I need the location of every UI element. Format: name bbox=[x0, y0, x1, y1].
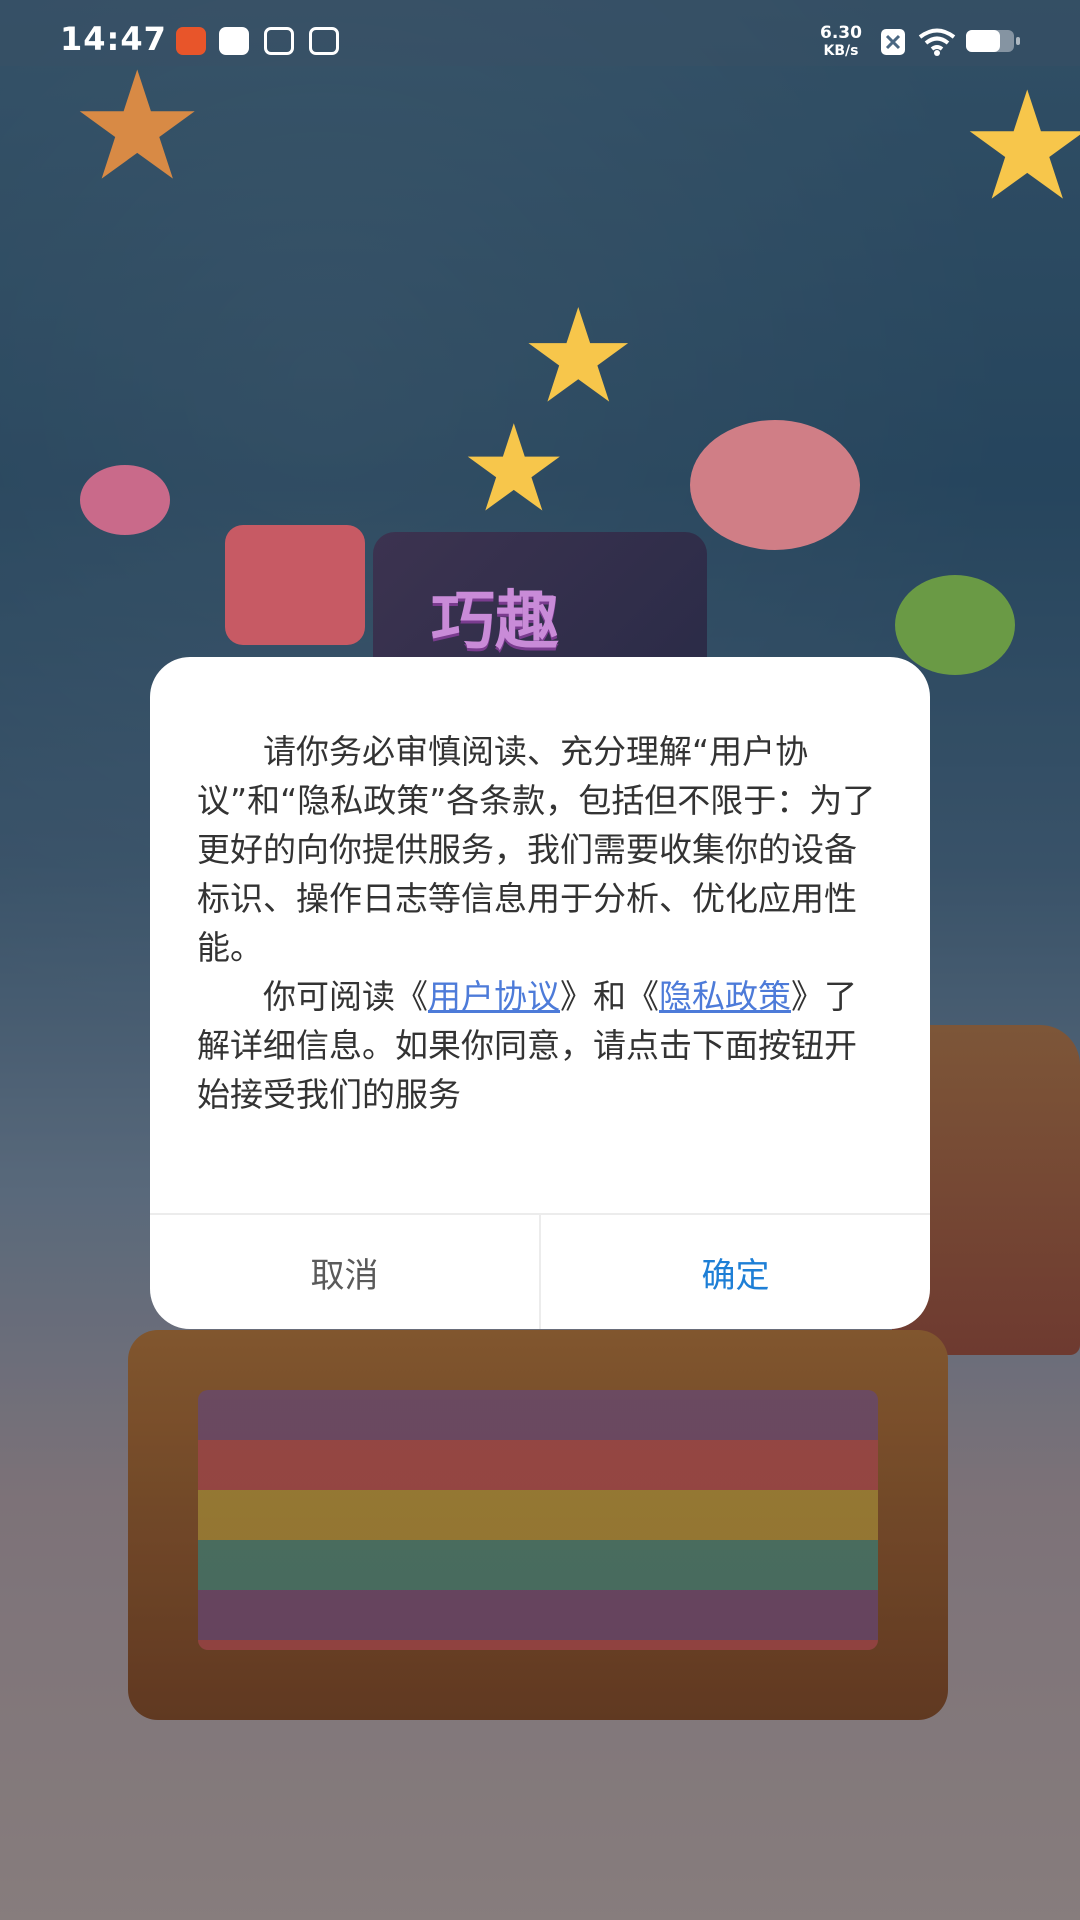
status-bar: 14:47 6.30 KB/s bbox=[0, 0, 1080, 66]
wifi-icon bbox=[918, 28, 956, 56]
message-icon bbox=[309, 27, 339, 55]
dialog-message: 请你务必审慎阅读、充分理解“用户协议”和“隐私政策”各条款，包括但不限于：为了更… bbox=[197, 727, 887, 1119]
candy-decoration bbox=[80, 465, 170, 535]
gift-decoration bbox=[225, 525, 365, 645]
paragraph-2-middle: 》和《 bbox=[560, 977, 659, 1016]
network-speed-value: 6.30 bbox=[820, 23, 862, 43]
mail-icon bbox=[219, 27, 249, 55]
network-speed-unit: KB/s bbox=[823, 43, 859, 59]
confirm-button[interactable]: 确定 bbox=[541, 1215, 930, 1329]
app-notification-icon bbox=[176, 27, 206, 55]
candy-decoration bbox=[895, 575, 1015, 675]
treasure-chest-decoration bbox=[128, 1330, 948, 1720]
star-decoration: ★ bbox=[960, 60, 1080, 234]
privacy-dialog: 请你务必审慎阅读、充分理解“用户协议”和“隐私政策”各条款，包括但不限于：为了更… bbox=[150, 657, 930, 1329]
camera-icon bbox=[264, 27, 294, 55]
chest-stripes bbox=[198, 1390, 878, 1650]
candy-decoration bbox=[690, 420, 860, 550]
app-logo-text: 巧趣 bbox=[431, 585, 559, 659]
battery-icon bbox=[966, 30, 1020, 52]
cancel-button[interactable]: 取消 bbox=[150, 1215, 539, 1329]
user-agreement-link[interactable]: 用户协议 bbox=[428, 977, 560, 1016]
sim-off-icon bbox=[881, 29, 905, 55]
privacy-policy-link[interactable]: 隐私政策 bbox=[659, 977, 791, 1016]
paragraph-2-prefix: 你可阅读《 bbox=[263, 977, 428, 1016]
status-time: 14:47 bbox=[60, 20, 167, 58]
network-speed: 6.30 KB/s bbox=[820, 24, 862, 60]
dialog-paragraph-2: 你可阅读《用户协议》和《隐私政策》了解详细信息。如果你同意，请点击下面按钮开始接… bbox=[197, 972, 887, 1119]
star-decoration: ★ bbox=[70, 40, 205, 214]
dialog-paragraph-1: 请你务必审慎阅读、充分理解“用户协议”和“隐私政策”各条款，包括但不限于：为了更… bbox=[197, 732, 876, 967]
star-decoration: ★ bbox=[460, 400, 568, 539]
